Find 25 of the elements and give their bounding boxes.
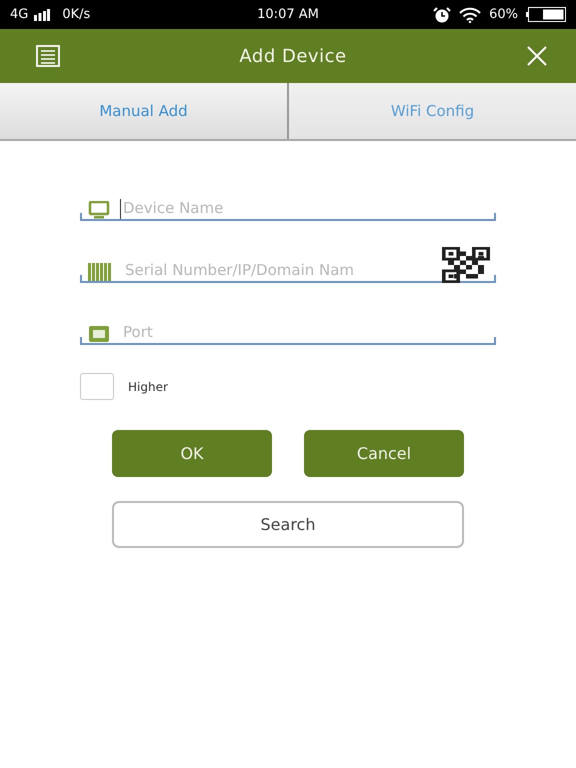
tab[interactable]: WiFi Config [289, 83, 576, 139]
alarm-clock-icon [433, 6, 452, 22]
ethernet-port-icon [88, 325, 110, 343]
search-button[interactable]: Search [112, 501, 464, 548]
checkbox-label: Higher [128, 380, 168, 394]
menu-icon[interactable] [36, 45, 60, 67]
action-button[interactable]: OK [112, 430, 272, 477]
input-field[interactable]: Port [120, 323, 490, 343]
signal-icon [34, 8, 50, 20]
qr-code-icon[interactable] [442, 247, 490, 283]
battery-icon [526, 7, 566, 22]
action-button[interactable]: Cancel [304, 430, 464, 477]
input-field[interactable]: Device Name [120, 199, 490, 219]
wifi-icon [459, 6, 482, 22]
battery-percent: 60% [489, 7, 518, 22]
close-icon[interactable] [526, 45, 548, 67]
input-field[interactable]: Serial Number/IP/Domain Nam [122, 261, 432, 281]
barcode-icon [88, 263, 112, 281]
monitor-icon [88, 201, 110, 219]
network-speed: 0K/s [62, 7, 90, 22]
tab[interactable]: Manual Add [0, 83, 289, 139]
page-title: Add Device [238, 46, 348, 66]
checkbox[interactable] [80, 373, 114, 400]
network-type: 4G [10, 7, 28, 22]
clock-time: 10:07 AM [257, 7, 319, 22]
